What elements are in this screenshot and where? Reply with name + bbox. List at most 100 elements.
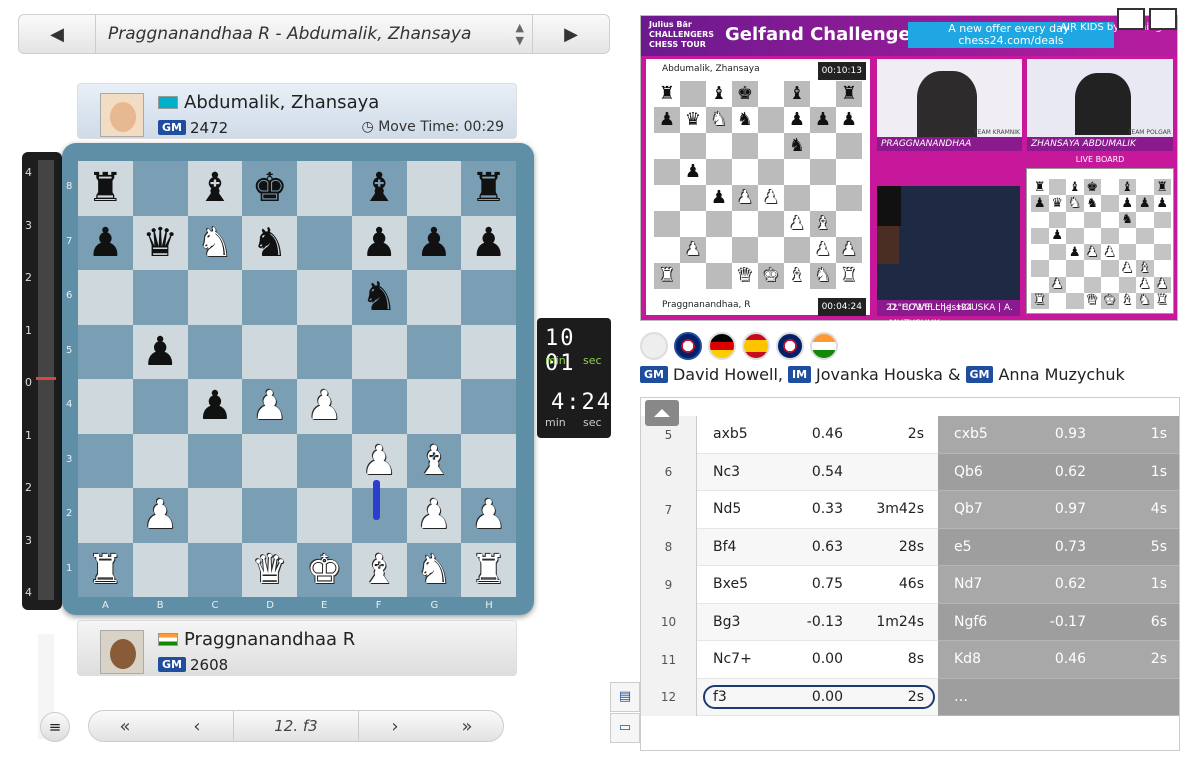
white-move[interactable]: Bxe5 [713,576,748,592]
white-piece-icon[interactable]: ♟ [142,495,178,535]
board-square[interactable]: ♟ [461,488,516,543]
black-piece-icon[interactable]: ♟ [142,332,178,372]
fullscreen-icon[interactable] [1149,8,1177,30]
white-move[interactable]: Bg3 [713,614,740,630]
black-move-cell[interactable]: Nd7 0.62 1s [938,566,1179,604]
next-game-button[interactable]: ▶ [533,15,609,53]
chess-board[interactable]: ♜ ♝ ♚ ♝ ♜ ♟ ♛ ♞ ♞ ♟ ♟ ♟ ♞ ♟ ♟ ♟ ♟ ♟ ♝ ♟ ♟ ♟ ♜ ♛ ♚ ♝ ♞ ♜ 8 7 6 5 4 3 2 1 A B C… [62,143,534,615]
board-square[interactable]: ♞ [406,542,462,597]
board-square[interactable]: ♟ [187,379,243,434]
board-square[interactable] [242,324,297,379]
black-move[interactable]: … [954,689,968,705]
board-square[interactable]: ♝ [187,161,243,216]
board-square[interactable] [406,270,462,325]
language-hindi-icon[interactable] [810,332,838,360]
black-piece-icon[interactable]: ♜ [471,168,507,208]
board-square[interactable] [461,324,516,379]
board-square[interactable]: ♟ [351,215,407,270]
video-stream[interactable]: Julius Bär CHALLENGERS CHESS TOUR Gelfan… [640,8,1178,329]
board-square[interactable] [132,270,188,325]
white-move[interactable]: f3 [713,689,727,705]
white-move[interactable]: Bf4 [713,539,736,555]
board-square[interactable] [461,270,516,325]
board-square[interactable]: ♞ [242,215,297,270]
white-piece-icon[interactable]: ♝ [416,441,452,481]
black-piece-icon[interactable]: ♟ [197,386,233,426]
board-square[interactable] [351,324,407,379]
white-piece-icon[interactable]: ♟ [361,441,397,481]
white-move-cell[interactable]: Bg3 -0.13 1m24s [697,603,938,641]
board-square[interactable]: ♟ [78,215,133,270]
board-square[interactable]: ♚ [297,542,352,597]
board-square[interactable] [461,379,516,434]
board-square[interactable] [78,379,133,434]
white-move-cell[interactable]: Bf4 0.63 28s [697,528,938,566]
chat-icon[interactable]: ▭ [610,713,640,743]
board-square[interactable]: ♛ [242,542,297,597]
white-piece-icon[interactable]: ♛ [252,550,288,590]
white-piece-icon[interactable]: ♞ [416,550,452,590]
board-square[interactable]: ♜ [78,542,133,597]
white-move[interactable]: Nc3 [713,464,740,480]
black-piece-icon[interactable]: ♟ [471,223,507,263]
language-spanish-icon[interactable] [742,332,770,360]
black-piece-icon[interactable]: ♟ [416,223,452,263]
board-square[interactable] [242,433,297,488]
camera-icon[interactable] [640,332,668,360]
first-move-button[interactable]: « [89,716,161,737]
last-move-button[interactable]: » [431,716,503,737]
white-move-cell[interactable]: Nc7+ 0.00 8s [697,641,938,679]
language-english-icon[interactable] [674,332,702,360]
black-piece-icon[interactable]: ♚ [252,168,288,208]
white-piece-icon[interactable]: ♝ [361,550,397,590]
black-move-cell[interactable]: e5 0.73 5s [938,528,1179,566]
next-move-button[interactable]: › [359,716,431,737]
black-piece-icon[interactable]: ♝ [197,168,233,208]
black-move[interactable]: Qb7 [954,501,983,517]
black-move-cell[interactable]: Ngf6 -0.17 6s [938,603,1179,641]
black-piece-icon[interactable]: ♜ [87,168,123,208]
board-square[interactable]: ♟ [132,488,188,543]
board-square[interactable]: ♜ [78,161,133,216]
game-select-updown-icon[interactable]: ▲ ▼ [516,21,524,47]
language-german-icon[interactable] [708,332,736,360]
white-piece-icon[interactable]: ♟ [306,386,342,426]
prev-move-button[interactable]: ‹ [161,716,233,737]
board-square[interactable] [406,379,462,434]
board-square[interactable] [78,488,133,543]
board-square[interactable] [187,324,243,379]
language-english-alt-icon[interactable] [776,332,804,360]
board-square[interactable] [297,433,352,488]
white-piece-icon[interactable]: ♜ [471,550,507,590]
white-move[interactable]: Nc7+ [713,651,752,667]
black-piece-icon[interactable]: ♝ [361,168,397,208]
board-square[interactable] [461,433,516,488]
board-square[interactable] [351,379,407,434]
white-move-cell[interactable]: Nd5 0.33 3m42s [697,491,938,529]
black-move-cell[interactable]: … [938,678,1179,716]
scroll-up-button[interactable] [645,400,679,426]
white-piece-icon[interactable]: ♞ [197,223,233,263]
board-square[interactable] [406,324,462,379]
black-piece-icon[interactable]: ♛ [142,223,178,263]
white-move-cell[interactable]: axb5 0.46 2s [697,416,938,454]
board-square[interactable] [242,488,297,543]
board-square[interactable] [242,270,297,325]
black-piece-icon[interactable]: ♞ [361,277,397,317]
board-square[interactable]: ♝ [351,161,407,216]
black-move[interactable]: Kd8 [954,651,981,667]
board-square[interactable]: ♟ [132,324,188,379]
board-square[interactable]: ♜ [461,542,516,597]
board-square[interactable]: ♟ [242,379,297,434]
white-piece-icon[interactable]: ♟ [416,495,452,535]
board-square[interactable] [297,215,352,270]
board-square[interactable] [78,433,133,488]
white-move[interactable]: axb5 [713,426,748,442]
board-square[interactable] [406,161,462,216]
white-piece-icon[interactable]: ♟ [471,495,507,535]
white-move-cell[interactable]: f3 0.00 2s [697,678,938,716]
board-square[interactable] [187,270,243,325]
notation-icon[interactable]: ▤ [610,682,640,712]
black-piece-icon[interactable]: ♟ [87,223,123,263]
white-move-cell[interactable]: Nc3 0.54 [697,453,938,491]
